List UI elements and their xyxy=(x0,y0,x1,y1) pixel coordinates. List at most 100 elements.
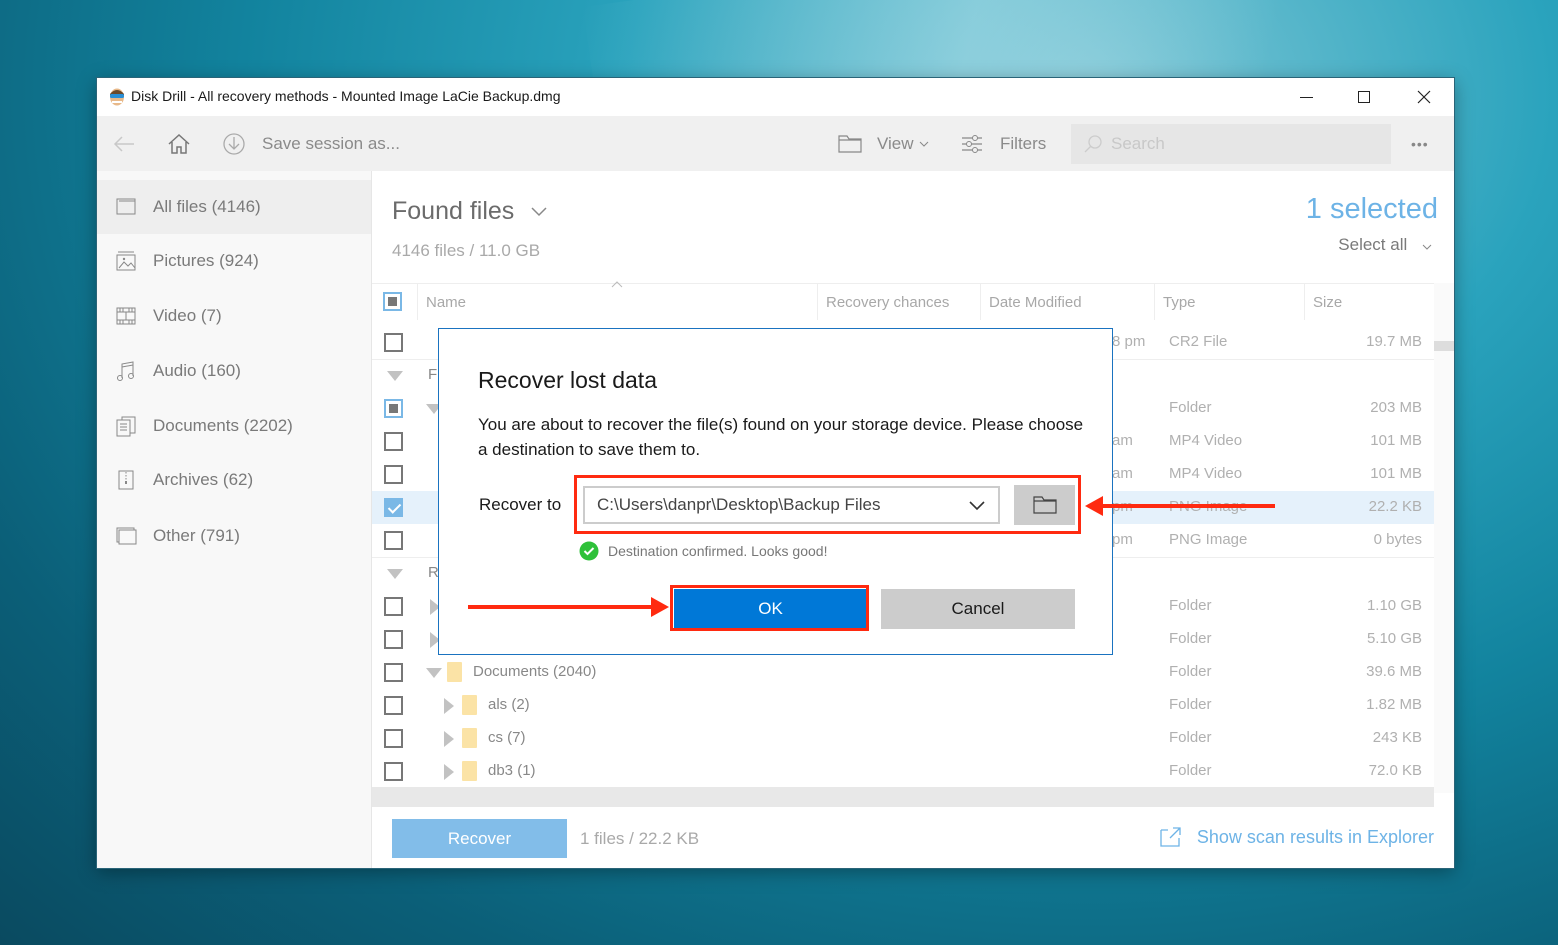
sidebar-item-pictures[interactable]: Pictures (924) xyxy=(97,234,371,288)
video-icon xyxy=(115,305,137,327)
folder-icon xyxy=(462,728,477,748)
column-size[interactable]: Size xyxy=(1304,284,1434,320)
sort-ascending-icon xyxy=(611,281,623,288)
row-checkbox[interactable] xyxy=(384,597,403,616)
sidebar-item-documents[interactable]: Documents (2202) xyxy=(97,399,371,453)
row-checkbox[interactable] xyxy=(384,432,403,451)
expand-icon[interactable] xyxy=(444,731,454,747)
recover-to-label: Recover to xyxy=(479,495,561,515)
table-row[interactable]: Documents (2040) Folder 39.6 MB xyxy=(372,656,1434,689)
row-checkbox[interactable] xyxy=(384,696,403,715)
cancel-button[interactable]: Cancel xyxy=(881,589,1075,629)
minimize-icon xyxy=(1300,97,1313,98)
home-icon xyxy=(167,133,191,155)
collapse-icon[interactable] xyxy=(426,668,442,678)
sidebar-item-audio[interactable]: Audio (160) xyxy=(97,344,371,398)
table-header: Name Recovery chances Date Modified Type… xyxy=(372,283,1434,319)
footer-bar: Recover 1 files / 22.2 KB Show scan resu… xyxy=(372,807,1454,868)
disk-drill-logo-icon xyxy=(109,88,125,106)
select-all-label: Select all xyxy=(1338,235,1407,254)
sidebar-item-other[interactable]: Other (791) xyxy=(97,509,371,563)
found-files-dropdown[interactable]: Found files xyxy=(392,197,547,226)
table-row[interactable]: db3 (1) Folder 72.0 KB xyxy=(372,755,1434,788)
dialog-message: You are about to recover the file(s) fou… xyxy=(478,412,1088,462)
expand-icon[interactable] xyxy=(444,698,454,714)
scrollbar-thumb[interactable] xyxy=(1434,341,1454,351)
save-session-label: Save session as... xyxy=(262,134,400,154)
documents-icon xyxy=(115,415,137,437)
column-date-modified[interactable]: Date Modified xyxy=(980,284,1155,320)
destination-confirmation: Destination confirmed. Looks good! xyxy=(579,541,827,561)
minimize-button[interactable] xyxy=(1277,78,1335,116)
column-recovery-chances[interactable]: Recovery chances xyxy=(817,284,980,320)
toolbar: Save session as... View Filters Search •… xyxy=(97,116,1454,171)
show-in-explorer-link[interactable]: Show scan results in Explorer xyxy=(1159,826,1434,848)
sidebar-item-label: Pictures (924) xyxy=(153,251,259,271)
sidebar: All files (4146) Pictures (924) Video (7… xyxy=(97,171,372,868)
selection-summary: 1 files / 22.2 KB xyxy=(580,829,699,849)
maximize-button[interactable] xyxy=(1335,78,1393,116)
row-checkbox[interactable] xyxy=(384,498,403,517)
collapse-icon[interactable] xyxy=(387,371,403,381)
folder-icon xyxy=(462,761,477,781)
filters-button[interactable]: Filters xyxy=(961,116,1046,171)
view-menu[interactable]: View xyxy=(838,116,929,171)
annotation-arrow-left xyxy=(1102,504,1275,508)
table-row[interactable]: als (2) Folder 1.82 MB xyxy=(372,689,1434,722)
select-all-checkbox[interactable] xyxy=(383,292,402,311)
filters-label: Filters xyxy=(1000,134,1046,154)
sidebar-item-all-files[interactable]: All files (4146) xyxy=(97,180,371,234)
collapse-icon[interactable] xyxy=(387,569,403,579)
row-checkbox[interactable] xyxy=(384,762,403,781)
found-files-summary: 4146 files / 11.0 GB xyxy=(392,241,540,261)
row-checkbox[interactable] xyxy=(384,531,403,550)
row-checkbox[interactable] xyxy=(384,630,403,649)
recover-button[interactable]: Recover xyxy=(392,819,567,858)
horizontal-scrollbar[interactable] xyxy=(372,787,1434,807)
chevron-down-icon xyxy=(919,141,929,147)
audio-icon xyxy=(115,360,137,382)
search-input[interactable]: Search xyxy=(1071,124,1391,164)
sidebar-item-label: Documents (2202) xyxy=(153,416,293,436)
sidebar-item-label: Video (7) xyxy=(153,306,222,326)
row-checkbox[interactable] xyxy=(384,465,403,484)
archives-icon xyxy=(115,469,137,491)
selected-count: 1 selected xyxy=(1306,193,1438,226)
row-checkbox[interactable] xyxy=(384,663,403,682)
column-type[interactable]: Type xyxy=(1154,284,1304,320)
sidebar-item-label: Archives (62) xyxy=(153,470,253,490)
sidebar-item-video[interactable]: Video (7) xyxy=(97,289,371,343)
vertical-scrollbar[interactable] xyxy=(1434,283,1454,793)
back-button[interactable] xyxy=(113,116,135,171)
close-button[interactable] xyxy=(1395,78,1453,116)
save-session-button[interactable]: Save session as... xyxy=(222,116,400,171)
sidebar-item-label: All files (4146) xyxy=(153,197,261,217)
back-arrow-icon xyxy=(113,135,135,153)
more-icon: ••• xyxy=(1411,136,1429,152)
chevron-down-icon xyxy=(1422,244,1432,250)
filters-icon xyxy=(961,134,983,154)
maximize-icon xyxy=(1358,91,1370,103)
expand-icon[interactable] xyxy=(444,764,454,780)
table-row[interactable]: cs (7) Folder 243 KB xyxy=(372,722,1434,755)
annotation-highlight-path xyxy=(574,475,1081,534)
row-checkbox[interactable] xyxy=(384,729,403,748)
all-files-icon xyxy=(115,196,137,218)
select-all-dropdown[interactable]: Select all xyxy=(1338,235,1432,255)
check-circle-icon xyxy=(579,541,599,561)
external-open-icon xyxy=(1159,826,1183,848)
search-placeholder: Search xyxy=(1111,134,1165,154)
search-icon xyxy=(1083,134,1103,154)
annotation-highlight-ok xyxy=(670,585,869,631)
home-button[interactable] xyxy=(167,116,191,171)
sidebar-item-label: Other (791) xyxy=(153,526,240,546)
column-name[interactable]: Name xyxy=(417,284,819,320)
dialog-title: Recover lost data xyxy=(478,367,657,394)
row-checkbox[interactable] xyxy=(384,333,403,352)
other-icon xyxy=(115,525,137,547)
more-options-button[interactable]: ••• xyxy=(1411,116,1429,171)
sidebar-item-archives[interactable]: Archives (62) xyxy=(97,453,371,507)
row-checkbox[interactable] xyxy=(384,399,403,418)
folder-icon xyxy=(838,135,862,153)
chevron-down-icon xyxy=(531,207,547,217)
